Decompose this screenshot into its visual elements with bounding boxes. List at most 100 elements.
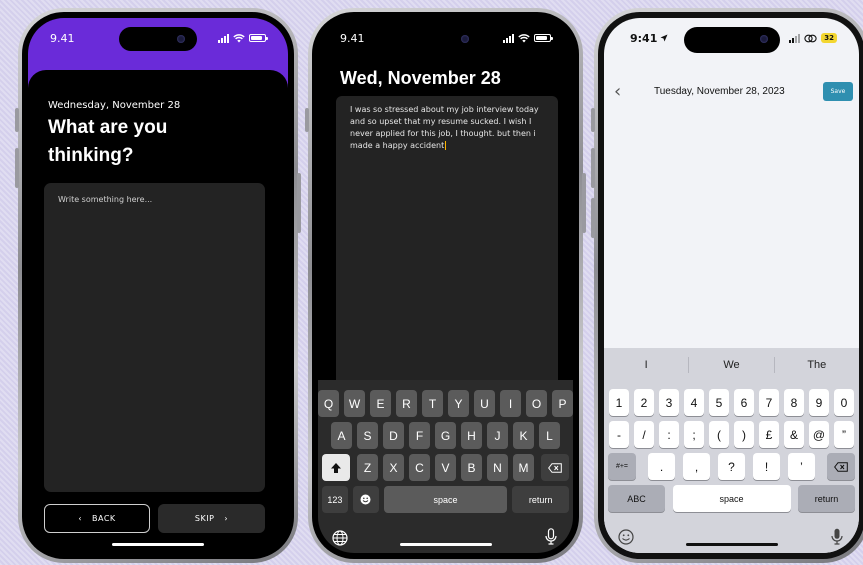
microphone-icon[interactable]: [545, 528, 557, 549]
keyboard: QWERTYUIOP ASDFGHJKL ZXCVBNM 123 space r…: [318, 380, 573, 553]
key[interactable]: L: [539, 422, 560, 449]
key[interactable]: X: [383, 454, 404, 481]
wifi-icon: [233, 33, 245, 42]
back-button[interactable]: ‹ BACK: [44, 504, 150, 533]
suggestion-bar: I We The: [604, 348, 859, 381]
key[interactable]: D: [383, 422, 404, 449]
return-key[interactable]: return: [798, 485, 855, 512]
key[interactable]: B: [461, 454, 482, 481]
emoji-key[interactable]: [352, 486, 379, 513]
key[interactable]: !: [753, 453, 780, 480]
key[interactable]: 2: [634, 389, 654, 416]
key[interactable]: £: [759, 421, 779, 448]
key[interactable]: W: [344, 390, 365, 417]
symbols-key[interactable]: #+=: [608, 453, 636, 480]
space-key[interactable]: space: [672, 485, 791, 512]
key[interactable]: R: [396, 390, 417, 417]
key[interactable]: N: [487, 454, 508, 481]
key[interactable]: &: [784, 421, 804, 448]
delete-key[interactable]: [827, 453, 855, 480]
key[interactable]: H: [461, 422, 482, 449]
wifi-icon: [518, 33, 530, 42]
numbers-key[interactable]: 123: [322, 486, 348, 513]
key[interactable]: 7: [759, 389, 779, 416]
journal-input[interactable]: Write something here...: [44, 183, 265, 492]
status-time-group: 9:41: [630, 32, 668, 45]
key[interactable]: ’: [788, 453, 815, 480]
key[interactable]: P: [552, 390, 573, 417]
side-button: [591, 108, 595, 132]
key[interactable]: A: [331, 422, 352, 449]
key[interactable]: @: [809, 421, 829, 448]
key[interactable]: 4: [684, 389, 704, 416]
key[interactable]: (: [709, 421, 729, 448]
key[interactable]: 1: [609, 389, 629, 416]
key[interactable]: 5: [709, 389, 729, 416]
signal-icon: [789, 33, 801, 43]
entry-title: Wed, November 28: [340, 68, 501, 88]
key[interactable]: C: [409, 454, 430, 481]
key[interactable]: .: [648, 453, 675, 480]
key[interactable]: O: [526, 390, 547, 417]
back-label: BACK: [92, 514, 116, 523]
phone-mockup-1: 9.41 Wednesday, November 28 What are you…: [15, 8, 301, 563]
space-key[interactable]: space: [383, 486, 508, 513]
globe-icon[interactable]: [332, 530, 348, 550]
key[interactable]: E: [370, 390, 391, 417]
chevron-left-icon: ‹: [78, 514, 83, 523]
key[interactable]: ?: [718, 453, 745, 480]
key[interactable]: U: [474, 390, 495, 417]
key[interactable]: 9: [809, 389, 829, 416]
link-icon: [804, 34, 817, 42]
abc-key[interactable]: ABC: [608, 485, 665, 512]
emoji-icon[interactable]: [618, 529, 634, 549]
save-button[interactable]: Save: [823, 82, 853, 101]
screen: 9:41 32 ‹ Tuesday, November 28, 2023 Sav…: [604, 18, 859, 553]
journal-entry-input[interactable]: I was so stressed about my job interview…: [336, 96, 558, 386]
signal-icon: [218, 33, 229, 43]
key[interactable]: G: [435, 422, 456, 449]
status-time: 9:41: [630, 31, 658, 45]
key[interactable]: K: [513, 422, 534, 449]
key[interactable]: 8: [784, 389, 804, 416]
input-placeholder: Write something here...: [58, 195, 153, 204]
key[interactable]: ,: [683, 453, 710, 480]
key[interactable]: 6: [734, 389, 754, 416]
camera-icon: [177, 35, 185, 43]
phone-mockup-3: 9:41 32 ‹ Tuesday, November 28, 2023 Sav…: [591, 8, 863, 563]
suggestion-1[interactable]: I: [604, 359, 688, 371]
key[interactable]: :: [659, 421, 679, 448]
dynamic-island: [410, 27, 481, 51]
back-chevron-icon[interactable]: ‹: [614, 82, 621, 102]
key[interactable]: ): [734, 421, 754, 448]
key[interactable]: /: [634, 421, 654, 448]
delete-key[interactable]: [541, 454, 569, 481]
screen: 9.41 Wednesday, November 28 What are you…: [28, 18, 288, 553]
screen: 9.41 Wed, November 28 I was so stressed …: [318, 18, 573, 553]
microphone-icon[interactable]: [831, 528, 843, 549]
shift-key[interactable]: [322, 454, 350, 481]
key[interactable]: -: [609, 421, 629, 448]
key[interactable]: Q: [318, 390, 339, 417]
key[interactable]: M: [513, 454, 534, 481]
key[interactable]: ;: [684, 421, 704, 448]
suggestion-2[interactable]: We: [689, 359, 773, 371]
key[interactable]: T: [422, 390, 443, 417]
key[interactable]: Z: [357, 454, 378, 481]
key[interactable]: I: [500, 390, 521, 417]
suggestion-3[interactable]: The: [775, 359, 859, 371]
key[interactable]: F: [409, 422, 430, 449]
key[interactable]: J: [487, 422, 508, 449]
key[interactable]: Y: [448, 390, 469, 417]
battery-icon: 32: [821, 33, 837, 43]
key[interactable]: 3: [659, 389, 679, 416]
backspace-icon: [834, 461, 848, 472]
key[interactable]: V: [435, 454, 456, 481]
home-indicator: [685, 543, 778, 546]
key[interactable]: ”: [834, 421, 854, 448]
key[interactable]: 0: [834, 389, 854, 416]
key[interactable]: S: [357, 422, 378, 449]
return-key[interactable]: return: [512, 486, 569, 513]
status-time: 9.41: [340, 31, 365, 45]
skip-button[interactable]: SKIP ›: [158, 504, 265, 533]
